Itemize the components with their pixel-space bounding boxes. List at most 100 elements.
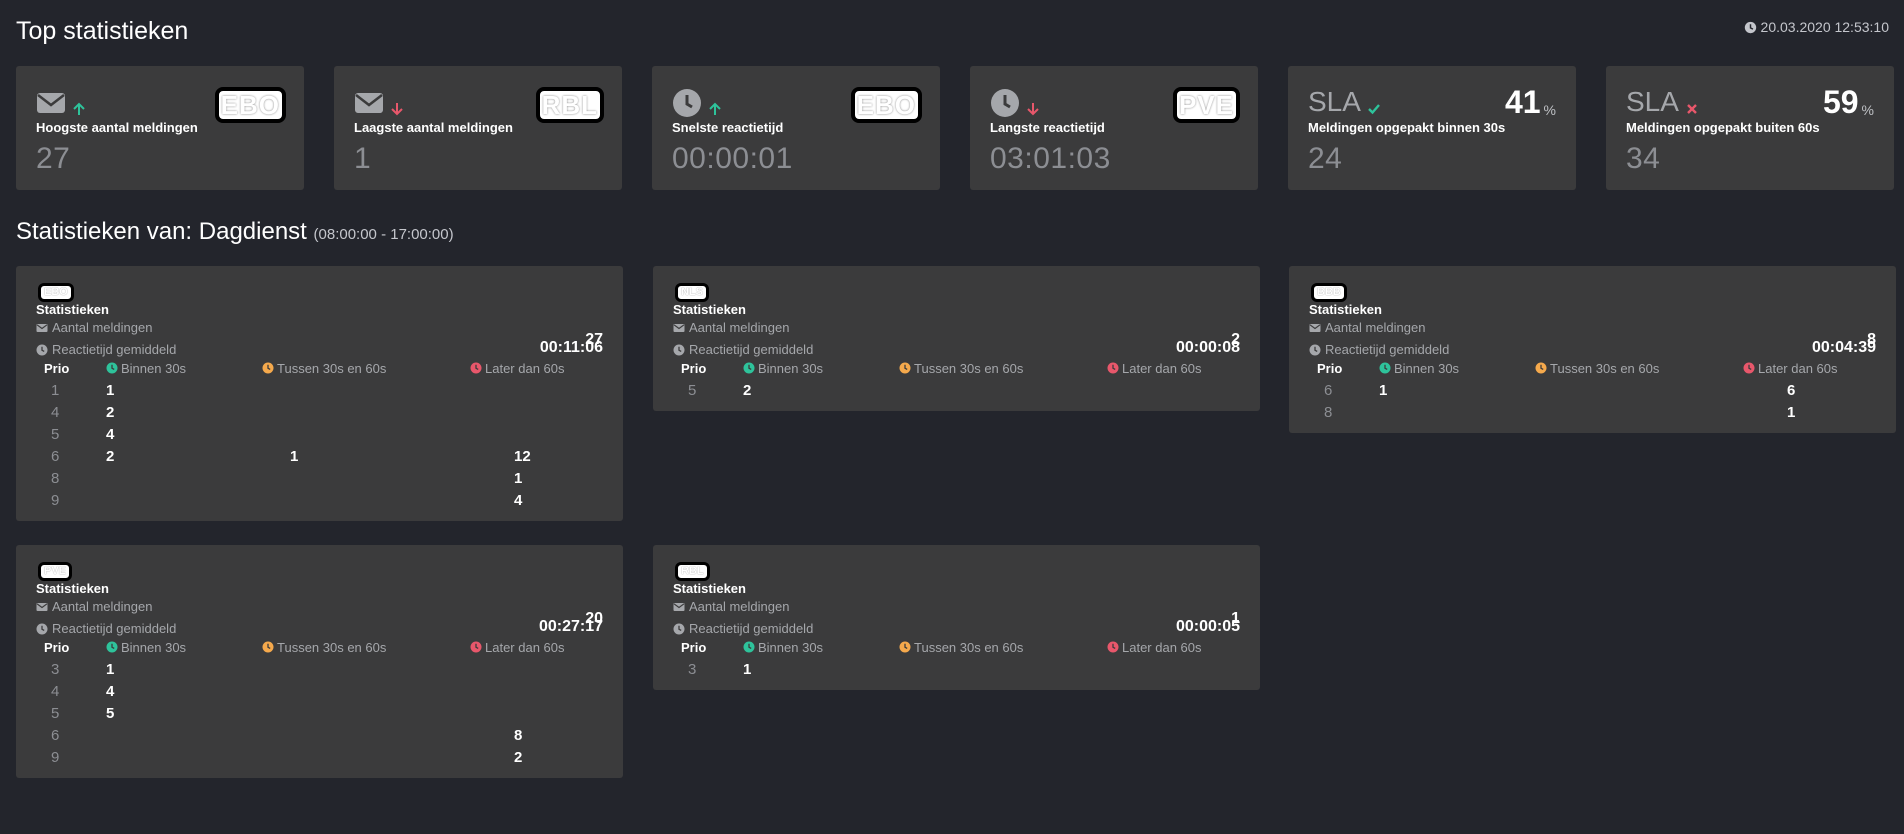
clock-icon (1309, 344, 1321, 355)
within-header: Binnen 30s (758, 639, 824, 655)
within-30s-value: 4 (106, 682, 115, 700)
team-badge: EBO (214, 87, 286, 123)
sla-percent-unit: % (1861, 102, 1874, 118)
later-60s-value: 6 (1787, 381, 1796, 399)
avg-row: Reactietijd gemiddeld 00:04:39 (1309, 335, 1876, 357)
stat-card-title: Statistieken (1309, 302, 1382, 317)
clock-red-icon (1107, 641, 1119, 653)
stat-card-5[interactable]: RBL Statistieken Aantal meldingen 1 Reac… (653, 545, 1260, 690)
envelope-icon (673, 602, 685, 611)
arrow-down-icon (391, 103, 403, 116)
prio-header: Prio Binnen 30s Tussen 30s en 60s Later … (673, 357, 1240, 379)
within-30s-value: 5 (106, 704, 115, 722)
clock-icon (36, 344, 48, 355)
arrow-down-icon (1027, 103, 1039, 116)
arrow-up-icon (73, 102, 85, 115)
team-badge: PVE (1172, 87, 1240, 123)
count-row: Aantal meldingen (673, 317, 1240, 335)
team-badge: NLS (675, 283, 709, 302)
clock-icon (991, 89, 1019, 117)
later-60s-value: 1 (514, 469, 523, 487)
stat-card-3[interactable]: BBB Statistieken Aantal meldingen 8 Reac… (1289, 266, 1896, 433)
team-badge: EBO (850, 87, 922, 123)
clock-red-icon (1107, 362, 1119, 374)
prio-header: Prio Binnen 30s Tussen 30s en 60s Later … (36, 636, 603, 658)
prio-value: 5 (51, 425, 60, 443)
top-card-sla-outside[interactable]: SLA Meldingen opgepakt buiten 60s 34 59 … (1606, 66, 1894, 190)
prio-row: 4 4 (36, 680, 603, 702)
between-header: Tussen 30s en 60s (914, 360, 1024, 376)
between-header: Tussen 30s en 60s (1550, 360, 1660, 376)
count-value: 8 (1867, 331, 1876, 348)
stat-card-1[interactable]: EBO Statistieken Aantal meldingen 27 Rea… (16, 266, 623, 521)
count-label: Aantal meldingen (52, 320, 153, 335)
clock-icon (673, 89, 701, 117)
later-60s-value: 1 (1787, 403, 1796, 421)
clock-green-icon (106, 362, 118, 374)
later-header: Later dan 60s (1758, 360, 1838, 376)
within-header: Binnen 30s (758, 360, 824, 376)
stat-card-title: Statistieken (36, 581, 109, 596)
top-card-sla-within[interactable]: SLA Meldingen opgepakt binnen 30s 24 41 … (1288, 66, 1576, 190)
envelope-icon (673, 323, 685, 332)
section-subtitle: (08:00:00 - 17:00:00) (313, 226, 454, 243)
count-value: 20 (585, 610, 603, 627)
top-card-slowest-response[interactable]: Langste reactietijd 03:01:03 PVE (970, 66, 1258, 190)
within-30s-value: 2 (106, 403, 115, 421)
sla-percent-value: 41 (1504, 84, 1541, 120)
later-60s-value: 8 (514, 726, 523, 744)
top-card-value: 27 (36, 142, 71, 175)
clock-orange-icon (262, 362, 274, 374)
prio-row: 1 1 (36, 379, 603, 401)
avg-row: Reactietijd gemiddeld 00:00:08 (673, 335, 1240, 357)
prio-value: 6 (51, 726, 60, 744)
arrow-up-icon (709, 102, 721, 115)
avg-row: Reactietijd gemiddeld 00:27:17 (36, 614, 603, 636)
prio-value: 9 (51, 491, 60, 509)
between-header: Tussen 30s en 60s (914, 639, 1024, 655)
sla-label: SLA (1626, 86, 1679, 117)
later-header: Later dan 60s (1122, 360, 1202, 376)
clock-green-icon (1379, 362, 1391, 374)
prio-header: Prio Binnen 30s Tussen 30s en 60s Later … (673, 636, 1240, 658)
count-row: Aantal meldingen (36, 317, 603, 335)
prio-value: 4 (51, 682, 60, 700)
clock-green-icon (106, 641, 118, 653)
count-label: Aantal meldingen (689, 599, 790, 614)
avg-label: Reactietijd gemiddeld (52, 342, 177, 357)
prio-row: 9 4 (36, 489, 603, 511)
prio-header-label: Prio (44, 360, 70, 376)
prio-row: 6 2 1 12 (36, 445, 603, 467)
section-title: Statistieken van: Dagdienst (08:00:00 - … (16, 218, 454, 246)
avg-label: Reactietijd gemiddeld (689, 621, 814, 636)
avg-row: Reactietijd gemiddeld 00:11:06 (36, 335, 603, 357)
envelope-icon (36, 602, 48, 611)
later-header: Later dan 60s (1122, 639, 1202, 655)
clock-red-icon (470, 362, 482, 374)
clock-orange-icon (262, 641, 274, 653)
prio-value: 3 (51, 660, 60, 678)
team-badge: RBL (535, 87, 604, 123)
stat-card-title: Statistieken (673, 581, 746, 596)
clock-icon (673, 344, 685, 355)
envelope-icon (36, 323, 48, 332)
stat-card-2[interactable]: NLS Statistieken Aantal meldingen 2 Reac… (653, 266, 1260, 411)
clock-orange-icon (1535, 362, 1547, 374)
avg-row: Reactietijd gemiddeld 00:00:05 (673, 614, 1240, 636)
stat-card-4[interactable]: PVE Statistieken Aantal meldingen 20 Rea… (16, 545, 623, 778)
count-value: 1 (1231, 610, 1240, 627)
avg-label: Reactietijd gemiddeld (689, 342, 814, 357)
top-card-lowest-count[interactable]: Laagste aantal meldingen 1 RBL (334, 66, 622, 190)
count-row: Aantal meldingen (673, 596, 1240, 614)
top-card-highest-count[interactable]: Hoogste aantal meldingen 27 EBO (16, 66, 304, 190)
later-header: Later dan 60s (485, 360, 565, 376)
prio-header: Prio Binnen 30s Tussen 30s en 60s Later … (36, 357, 603, 379)
top-card-value: 24 (1308, 142, 1343, 175)
prio-row: 9 2 (36, 746, 603, 768)
envelope-icon (37, 93, 65, 113)
prio-row: 4 2 (36, 401, 603, 423)
clock-green-icon (743, 362, 755, 374)
within-30s-value: 2 (106, 447, 115, 465)
top-card-fastest-response[interactable]: Snelste reactietijd 00:00:01 EBO (652, 66, 940, 190)
prio-row: 6 1 6 (1309, 379, 1876, 401)
